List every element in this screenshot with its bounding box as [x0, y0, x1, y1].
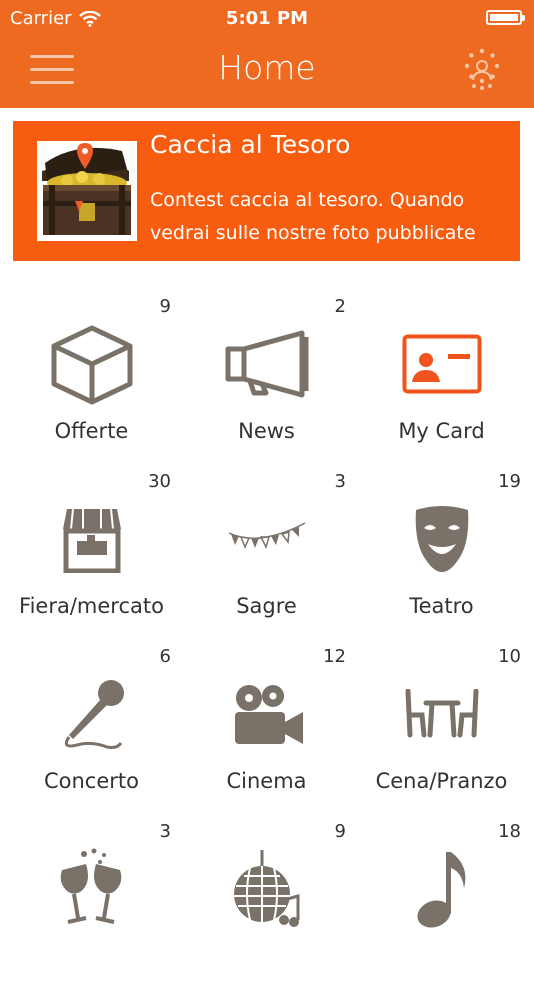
banner-description: Contest caccia al tesoro. Quando vedrai … — [150, 189, 476, 244]
category-fiera-mercato[interactable]: 30 Fiera/mercato — [4, 467, 179, 642]
category-label: Concerto — [43, 769, 139, 793]
category-concerto[interactable]: 6 Concerto — [4, 642, 179, 817]
category-news[interactable]: 2 News — [179, 292, 354, 467]
category-label: Teatro — [409, 594, 474, 618]
music-note-icon — [417, 852, 466, 928]
category-label: Cinema — [226, 769, 307, 793]
banner-title: Caccia al Tesoro — [150, 130, 351, 159]
battery-icon — [486, 10, 525, 25]
dining-table-icon — [405, 689, 479, 738]
category-label: News — [238, 419, 295, 443]
category-musica[interactable]: 18 — [354, 817, 529, 992]
nav-bar: Home — [0, 36, 534, 108]
id-card-icon — [402, 334, 482, 394]
page-title: Home — [218, 48, 316, 87]
toast-glasses-icon — [60, 848, 122, 924]
item-count: 18 — [498, 821, 521, 842]
item-count: 6 — [159, 646, 171, 667]
megaphone-icon — [225, 330, 309, 398]
category-label: Cena/Pranzo — [375, 769, 508, 793]
status-bar: Carrier 5:01 PM — [0, 0, 534, 36]
item-count: 10 — [498, 646, 521, 667]
category-label: Fiera/mercato — [19, 594, 164, 618]
category-label: My Card — [398, 419, 485, 443]
clock: 5:01 PM — [225, 8, 309, 29]
profile-button[interactable] — [460, 48, 504, 92]
item-count: 9 — [159, 296, 171, 317]
item-count: 9 — [334, 821, 346, 842]
item-count: 12 — [323, 646, 346, 667]
theater-mask-icon — [415, 506, 469, 572]
disco-ball-icon — [234, 850, 300, 927]
item-count: 2 — [334, 296, 346, 317]
item-count: 19 — [498, 471, 521, 492]
microphone-icon — [64, 680, 124, 749]
item-count: 3 — [159, 821, 171, 842]
user-profile-icon — [464, 48, 500, 90]
category-label: Offerte — [54, 419, 129, 443]
category-discoteca[interactable]: 9 — [179, 817, 354, 992]
category-teatro[interactable]: 19 Teatro — [354, 467, 529, 642]
box-icon — [51, 325, 133, 405]
item-count: 30 — [148, 471, 171, 492]
market-stall-icon — [63, 508, 121, 573]
category-my-card[interactable]: My Card — [354, 292, 529, 467]
banner-image — [37, 141, 137, 241]
category-offerte[interactable]: 9 Offerte — [4, 292, 179, 467]
category-brindisi[interactable]: 3 — [4, 817, 179, 992]
category-label: Sagre — [236, 594, 297, 618]
movie-camera-icon — [235, 685, 303, 744]
category-cinema[interactable]: 12 Cinema — [179, 642, 354, 817]
treasure-chest-icon — [42, 143, 131, 235]
bunting-icon — [228, 522, 306, 550]
category-sagre[interactable]: 3 Sagre — [179, 467, 354, 642]
category-cena-pranzo[interactable]: 10 Cena/Pranzo — [354, 642, 529, 817]
item-count: 3 — [334, 471, 346, 492]
featured-banner[interactable]: Caccia al Tesoro Contest caccia al tesor… — [13, 121, 520, 261]
